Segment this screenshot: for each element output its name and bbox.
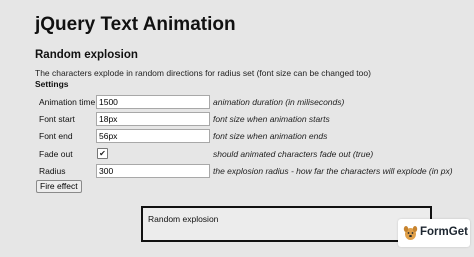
section-description: The characters explode in random directi… [35, 68, 371, 78]
fire-effect-button[interactable]: Fire effect [36, 180, 82, 193]
settings-heading: Settings [35, 79, 69, 89]
font-start-label: Font start [39, 114, 75, 124]
font-end-label: Font end [39, 131, 73, 141]
setting-row-animation-time: Animation time animation duration (in mi… [35, 95, 465, 109]
page-title: jQuery Text Animation [35, 14, 236, 35]
animation-time-label: Animation time [39, 97, 96, 107]
animation-time-input[interactable] [96, 95, 210, 109]
fade-out-label: Fade out [39, 149, 73, 159]
output-box: Random explosion [141, 206, 432, 242]
setting-row-fade-out: Fade out ✔ should animated characters fa… [35, 147, 465, 161]
radius-input[interactable] [96, 164, 210, 178]
output-text: Random explosion [148, 214, 219, 224]
setting-row-font-end: Font end font size when animation ends [35, 129, 465, 143]
fade-out-hint: should animated characters fade out (tru… [213, 149, 374, 159]
formget-brand: FormGet [420, 226, 468, 238]
font-start-hint: font size when animation starts [213, 114, 330, 124]
section-title: Random explosion [35, 49, 138, 61]
animation-time-hint: animation duration (in miliseconds) [213, 97, 345, 107]
setting-row-font-start: Font start font size when animation star… [35, 112, 465, 126]
radius-label: Radius [39, 166, 66, 176]
font-end-hint: font size when animation ends [213, 131, 328, 141]
radius-hint: the explosion radius - how far the chara… [213, 166, 453, 176]
font-end-input[interactable] [96, 129, 210, 143]
font-start-input[interactable] [96, 112, 210, 126]
formget-badge[interactable]: FormGet [398, 219, 470, 247]
formget-dog-logo-icon [403, 226, 418, 240]
fade-out-checkbox[interactable]: ✔ [97, 148, 108, 159]
setting-row-radius: Radius the explosion radius - how far th… [35, 164, 465, 178]
